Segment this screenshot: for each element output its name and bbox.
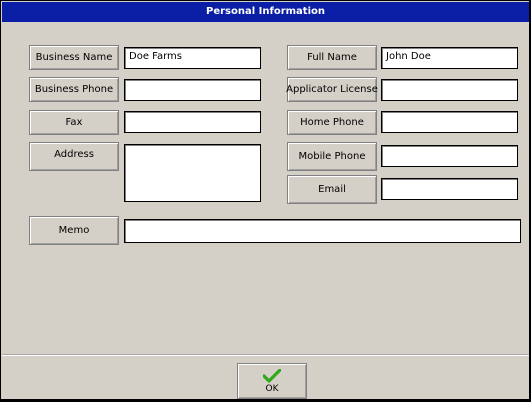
- business-name-field[interactable]: Doe Farms: [124, 47, 261, 69]
- memo-field[interactable]: [124, 219, 521, 243]
- checkmark-icon: [263, 368, 281, 383]
- fax-field[interactable]: [124, 111, 261, 133]
- dialog-title: Personal Information: [2, 2, 529, 22]
- email-field[interactable]: [381, 178, 518, 200]
- full-name-field[interactable]: John Doe: [381, 47, 518, 69]
- home-phone-field[interactable]: [381, 111, 518, 133]
- address-field[interactable]: [124, 144, 261, 202]
- applicator-license-field[interactable]: [381, 79, 518, 101]
- memo-button[interactable]: Memo: [29, 216, 119, 245]
- mobile-phone-button[interactable]: Mobile Phone: [287, 142, 377, 171]
- ok-button[interactable]: OK: [237, 363, 307, 399]
- home-phone-button[interactable]: Home Phone: [287, 110, 377, 135]
- footer-divider: [2, 354, 529, 356]
- business-name-button[interactable]: Business Name: [29, 45, 119, 70]
- email-button[interactable]: Email: [287, 175, 377, 204]
- ok-label: OK: [265, 383, 279, 394]
- personal-information-dialog: Personal Information Business Name Doe F…: [0, 0, 531, 402]
- address-button[interactable]: Address: [29, 142, 119, 171]
- fax-button[interactable]: Fax: [29, 110, 119, 135]
- business-phone-button[interactable]: Business Phone: [29, 77, 119, 102]
- mobile-phone-field[interactable]: [381, 145, 518, 167]
- applicator-license-button[interactable]: Applicator License: [286, 77, 378, 102]
- full-name-button[interactable]: Full Name: [287, 45, 377, 70]
- business-phone-field[interactable]: [124, 79, 261, 101]
